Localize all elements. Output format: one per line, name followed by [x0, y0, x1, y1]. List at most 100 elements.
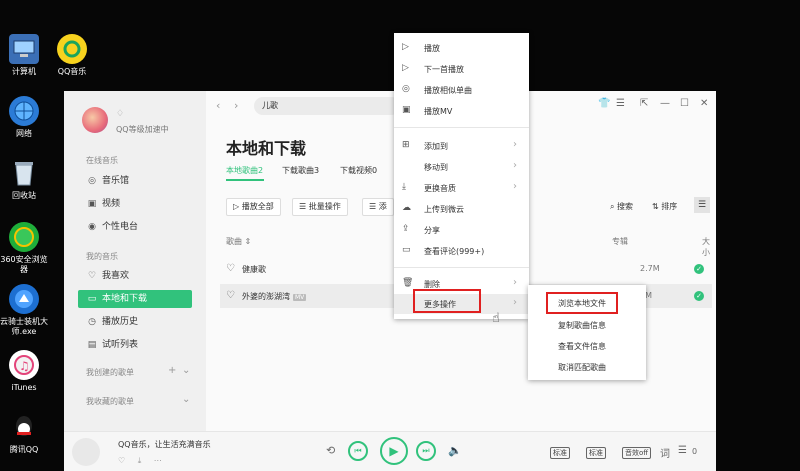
mv-badge[interactable]: MV	[293, 294, 307, 301]
submenu-item-label: 查看文件信息	[558, 342, 606, 351]
chevron-down-icon[interactable]: ⌄	[182, 365, 190, 376]
sidebar-item-video[interactable]: ▣ 视频	[78, 195, 192, 213]
maximize-icon[interactable]: ☐	[680, 98, 689, 109]
menu-item-play-next[interactable]: ▷ 下一首播放	[394, 59, 529, 79]
play-all-button[interactable]: ▷ 播放全部	[226, 198, 281, 216]
desktop-icon-label: 计算机	[12, 67, 36, 76]
quality-badge[interactable]: 标准	[586, 447, 606, 459]
chevron-down-icon[interactable]: ⌄	[182, 394, 190, 405]
sidebar-item-history[interactable]: ◷ 播放历史	[78, 313, 192, 331]
hand-cursor-icon: ☝	[492, 311, 500, 326]
sidebar-item-local-downloads[interactable]: ▭ 本地和下载	[78, 290, 192, 308]
desktop-icon-label: 网络	[16, 129, 32, 138]
sidebar: ♢ QQ等级加速中 在线音乐 ◎ 音乐馆 ▣ 视频 ◉ 个性电台 我的音乐 ♡ 我喜欢 …	[64, 91, 206, 431]
play-next-icon: ▷	[402, 63, 409, 73]
avatar[interactable]	[82, 107, 108, 133]
singer-view-icon[interactable]: ♙	[712, 197, 717, 213]
qqmusic-icon	[57, 34, 87, 64]
list-icon: ▤	[87, 340, 97, 350]
player-action-icons[interactable]: ♡ ⤓ ⋯	[118, 456, 167, 466]
tab-local-songs[interactable]: 本地歌曲2	[226, 165, 263, 176]
now-playing-text: QQ音乐，让生活充满音乐	[118, 440, 211, 449]
heart-icon[interactable]: ♡	[226, 263, 235, 274]
add-label: 添	[378, 202, 387, 211]
player-bar: QQ音乐，让生活充满音乐 ♡ ⤓ ⋯ ⟲ ⏮ ▶ ⏭ 🔈 标准 标准 音效off…	[64, 431, 716, 471]
volume-icon[interactable]: 🔈	[448, 444, 462, 457]
desktop-icon-itunes[interactable]: ♫ iTunes	[0, 350, 50, 393]
menu-item-label: 上传到微云	[424, 205, 464, 214]
menu-item-play-similar[interactable]: ◎ 播放相似单曲	[394, 80, 529, 100]
next-icon[interactable]: ⏭	[416, 441, 436, 461]
mini-mode-icon[interactable]: ⇱	[640, 98, 648, 109]
minimize-icon[interactable]: —	[660, 98, 670, 109]
cloud-icon: ☁	[402, 203, 411, 213]
chevron-right-icon: ›	[513, 160, 517, 171]
sound-effect-badge[interactable]: 音效off	[622, 447, 652, 459]
menu-item-change-quality[interactable]: ⤓ 更换音质 ›	[394, 178, 529, 198]
heart-icon: ♡	[87, 271, 97, 281]
itunes-icon: ♫	[9, 350, 39, 380]
forward-icon[interactable]: ›	[234, 99, 238, 112]
repeat-icon[interactable]: ⟲	[326, 444, 335, 457]
sort-tool[interactable]: ⇅ 排序	[652, 201, 677, 212]
sidebar-item-favorites[interactable]: ♡ 我喜欢	[78, 267, 192, 285]
close-icon[interactable]: ✕	[700, 98, 708, 109]
search-tool[interactable]: ⌕ 搜索	[610, 201, 633, 212]
column-album[interactable]: 专辑	[612, 236, 628, 247]
menu-item-add-to[interactable]: ⊞ 添加到 ›	[394, 136, 529, 156]
add-button[interactable]: ☰ 添	[362, 198, 394, 216]
qq-icon	[9, 412, 39, 442]
submenu-item-copy-song-info[interactable]: 复制歌曲信息	[528, 315, 646, 335]
tab-downloaded-videos[interactable]: 下载视频0	[340, 165, 377, 176]
submenu-item-unmatch-song[interactable]: 取消匹配歌曲	[528, 357, 646, 377]
song-title: 外婆的澎湖湾	[242, 292, 290, 301]
chevron-right-icon: ›	[513, 297, 517, 308]
menu-item-play[interactable]: ▷ 播放	[394, 38, 529, 58]
sidebar-item-radio[interactable]: ◉ 个性电台	[78, 218, 192, 236]
desktop-icon-recycle-bin[interactable]: 回收站	[0, 158, 50, 201]
menu-item-play-mv[interactable]: ▣ 播放MV	[394, 101, 529, 121]
skin-icon[interactable]: 👕	[598, 98, 610, 109]
previous-icon[interactable]: ⏮	[348, 441, 368, 461]
desktop-icon-computer[interactable]: 计算机	[0, 34, 50, 77]
sidebar-item-preview-list[interactable]: ▤ 试听列表	[78, 336, 192, 354]
album-cover[interactable]	[72, 438, 100, 466]
play-mode-badge[interactable]: 标准	[550, 447, 570, 459]
play-icon[interactable]: ▶	[380, 437, 408, 465]
menu-item-upload-cloud[interactable]: ☁ 上传到微云	[394, 199, 529, 219]
list-view-icon[interactable]: ☰	[694, 197, 710, 213]
sidebar-item-music-hall[interactable]: ◎ 音乐馆	[78, 172, 192, 190]
menu-item-share[interactable]: ⇪ 分享	[394, 220, 529, 240]
menu-icon[interactable]: ☰	[616, 98, 625, 109]
menu-item-move-to[interactable]: 移动到 ›	[394, 157, 529, 177]
vip-diamond-icon[interactable]: ♢	[116, 109, 124, 119]
tab-downloaded-songs[interactable]: 下载歌曲3	[282, 165, 319, 176]
menu-item-comments[interactable]: ▭ 查看评论(999+)	[394, 241, 529, 261]
section-created-playlists: 我创建的歌单	[86, 368, 134, 377]
heart-icon[interactable]: ♡	[226, 290, 235, 301]
desktop-icon-installer[interactable]: 云骑士装机大师.exe	[0, 284, 50, 337]
desktop-icon-label: 回收站	[12, 191, 36, 200]
desktop-icon-qq[interactable]: 腾讯QQ	[0, 412, 50, 455]
song-size: 2.7M	[640, 264, 660, 273]
menu-item-label: 播放MV	[424, 107, 453, 116]
back-icon[interactable]: ‹	[216, 99, 220, 112]
submenu-item-view-file-info[interactable]: 查看文件信息	[528, 336, 646, 356]
search-tool-label: 搜索	[617, 202, 634, 211]
batch-operation-button[interactable]: ☰ 批量操作	[292, 198, 348, 216]
history-icon: ◷	[88, 317, 96, 327]
playlist-icon[interactable]: ☰	[678, 445, 687, 456]
radio-icon: ◉	[88, 222, 96, 232]
mv-icon: ▣	[402, 105, 411, 115]
music-hall-icon: ◎	[88, 176, 96, 186]
column-size[interactable]: 大小	[702, 236, 716, 258]
search-input[interactable]: 儿歌	[254, 97, 400, 115]
lyrics-icon[interactable]: 词	[660, 445, 670, 460]
menu-item-label: 查看评论(999+)	[424, 247, 485, 256]
column-song[interactable]: 歌曲 ⇕	[226, 236, 251, 247]
add-icon[interactable]: +	[168, 365, 176, 376]
desktop-icon-qqmusic[interactable]: QQ音乐	[46, 34, 98, 77]
desktop-icon-browser[interactable]: 360安全浏览器	[0, 222, 50, 275]
desktop-icon-network[interactable]: 网络	[0, 96, 50, 139]
sidebar-item-label: 视频	[102, 199, 121, 209]
